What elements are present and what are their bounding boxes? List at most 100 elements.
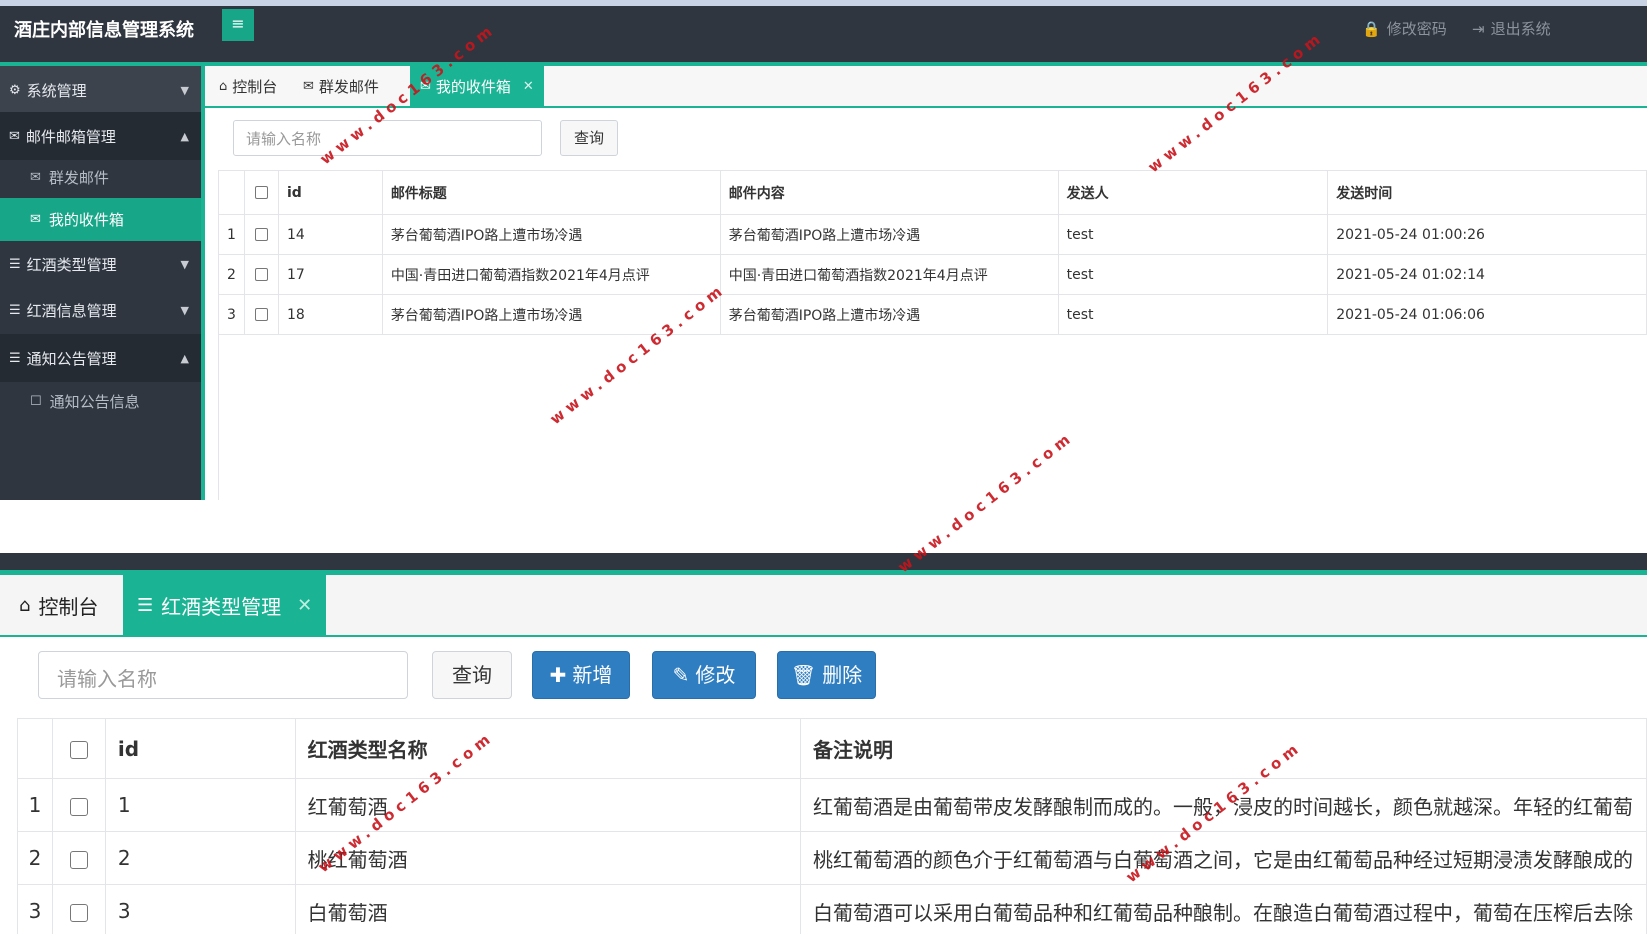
search-input[interactable]: 请输入名称 <box>233 120 542 156</box>
cell-sender: test <box>1057 294 1329 335</box>
table-row[interactable]: 1 14 茅台葡萄酒IPO路上遭市场冷遇 茅台葡萄酒IPO路上遭市场冷遇 tes… <box>218 214 1647 255</box>
square-icon: ☐ <box>30 394 42 409</box>
edit-icon: ✎ <box>672 663 690 687</box>
caret-up-icon: ▲ <box>180 129 189 143</box>
sidebar-item-system[interactable]: ⚙ 系统管理 ▼ <box>0 66 201 114</box>
tab-console[interactable]: ⌂ 控制台 <box>5 575 112 635</box>
select-all-checkbox[interactable] <box>243 170 279 215</box>
table-row[interactable]: 2 17 中国·青田进口葡萄酒指数2021年4月点评 中国·青田进口葡萄酒指数2… <box>218 254 1647 295</box>
cell-sender: test <box>1057 214 1329 255</box>
cell-content: 茅台葡萄酒IPO路上遭市场冷遇 <box>719 214 1059 255</box>
cell-name: 白葡萄酒 <box>294 884 801 934</box>
close-icon[interactable]: ✕ <box>297 595 312 616</box>
cell-content: 中国·青田进口葡萄酒指数2021年4月点评 <box>719 254 1059 295</box>
tab-bar-bottom: ⌂ 控制台 ☰ 红酒类型管理 ✕ <box>0 575 1647 637</box>
envelope-icon: ✉ <box>9 128 20 144</box>
tab-console[interactable]: ⌂ 控制台 <box>209 66 287 106</box>
search-input[interactable]: 请输入名称 <box>38 651 408 699</box>
select-all-checkbox[interactable] <box>51 718 106 779</box>
cell-time: 2021-05-24 01:00:26 <box>1327 214 1647 255</box>
column-header-title: 邮件标题 <box>381 170 721 215</box>
menu-toggle-button[interactable]: ≡ <box>222 9 254 41</box>
table-row[interactable]: 2 2 桃红葡萄酒 桃红葡萄酒的颜色介于红葡萄酒与白葡萄酒之间，它是由红葡萄品种… <box>17 831 1647 885</box>
row-checkbox[interactable] <box>243 294 279 335</box>
cell-content: 茅台葡萄酒IPO路上遭市场冷遇 <box>719 294 1059 335</box>
row-checkbox[interactable] <box>243 254 279 295</box>
row-checkbox[interactable] <box>51 884 106 934</box>
list-icon: ☰ <box>9 302 21 318</box>
row-number-header <box>218 170 245 215</box>
sidebar-item-wine-type[interactable]: ☰ 红酒类型管理 ▼ <box>0 240 201 288</box>
sidebar-sub-notice-info[interactable]: ☐ 通知公告信息 <box>0 380 201 423</box>
list-icon: ☰ <box>137 594 154 616</box>
table-row[interactable]: 1 1 红葡萄酒 红葡萄酒是由葡萄带皮发酵酿制而成的。一般，浸皮的时间越长，颜色… <box>17 778 1647 832</box>
sidebar-sub-mass-mail[interactable]: ✉ 群发邮件 <box>0 156 201 199</box>
row-checkbox[interactable] <box>51 831 106 885</box>
caret-down-icon: ▼ <box>180 83 189 97</box>
column-header-id: id <box>277 170 383 215</box>
add-button[interactable]: ✚ 新增 <box>532 651 630 699</box>
column-header-sender: 发送人 <box>1057 170 1329 215</box>
cell-time: 2021-05-24 01:06:06 <box>1327 294 1647 335</box>
trash-icon: 🗑 <box>790 663 817 687</box>
home-icon: ⌂ <box>19 594 31 616</box>
row-number: 1 <box>218 214 245 255</box>
search-button[interactable]: 查询 <box>432 651 512 699</box>
logout-link[interactable]: ⇥ 退出系统 <box>1472 18 1551 39</box>
row-number: 3 <box>17 884 53 934</box>
sidebar-item-mail[interactable]: ✉ 邮件邮箱管理 ▲ <box>0 112 201 160</box>
sidebar-item-wine-info[interactable]: ☰ 红酒信息管理 ▼ <box>0 286 201 334</box>
column-header-content: 邮件内容 <box>719 170 1059 215</box>
cell-time: 2021-05-24 01:02:14 <box>1327 254 1647 295</box>
change-password-link[interactable]: 🔒 修改密码 <box>1362 18 1447 39</box>
plus-icon: ✚ <box>549 663 567 687</box>
edit-button[interactable]: ✎ 修改 <box>652 651 756 699</box>
envelope-icon: ✉ <box>30 170 41 185</box>
sidebar-item-notice[interactable]: ☰ 通知公告管理 ▲ <box>0 334 201 382</box>
gear-icon: ⚙ <box>9 82 21 98</box>
cell-id: 17 <box>277 254 383 295</box>
table-header-row: id 红酒类型名称 备注说明 <box>17 718 1647 779</box>
row-number-header <box>17 718 53 779</box>
row-number: 2 <box>218 254 245 295</box>
sidebar: ⚙ 系统管理 ▼ ✉ 邮件邮箱管理 ▲ ✉ 群发邮件 ✉ 我的收件箱 ☰ 红酒类型管理 ▼… <box>0 66 205 500</box>
row-number: 1 <box>17 778 53 832</box>
cell-id: 3 <box>104 884 296 934</box>
envelope-icon: ✉ <box>303 78 314 94</box>
hamburger-icon: ≡ <box>231 14 245 33</box>
cell-id: 2 <box>104 831 296 885</box>
cell-title: 中国·青田进口葡萄酒指数2021年4月点评 <box>381 254 721 295</box>
caret-up-icon: ▲ <box>180 351 189 365</box>
list-icon: ☰ <box>9 350 21 366</box>
lock-icon: 🔒 <box>1362 20 1381 38</box>
list-icon: ☰ <box>9 256 21 272</box>
cell-note: 桃红葡萄酒的颜色介于红葡萄酒与白葡萄酒之间，它是由红葡萄品种经过短期浸渍发酵酿成… <box>799 831 1647 885</box>
cell-title: 茅台葡萄酒IPO路上遭市场冷遇 <box>381 214 721 255</box>
home-icon: ⌂ <box>219 78 228 94</box>
table-row[interactable]: 3 18 茅台葡萄酒IPO路上遭市场冷遇 茅台葡萄酒IPO路上遭市场冷遇 tes… <box>218 294 1647 335</box>
row-number: 3 <box>218 294 245 335</box>
column-header-note: 备注说明 <box>799 718 1647 779</box>
cell-id: 1 <box>104 778 296 832</box>
search-button[interactable]: 查询 <box>560 120 618 156</box>
tab-mass-mail[interactable]: ✉ 群发邮件 <box>293 66 389 106</box>
inbox-screenshot: 酒庄内部信息管理系统 ≡ 🔒 修改密码 ⇥ 退出系统 ⚙ 系统管理 ▼ ✉ 邮件邮箱管理… <box>0 0 1647 500</box>
cell-id: 14 <box>277 214 383 255</box>
delete-button[interactable]: 🗑 删除 <box>777 651 876 699</box>
close-icon[interactable]: ✕ <box>523 79 534 94</box>
tab-wine-type[interactable]: ☰ 红酒类型管理 ✕ <box>123 575 327 635</box>
app-header: 酒庄内部信息管理系统 ≡ 🔒 修改密码 ⇥ 退出系统 <box>0 6 1647 62</box>
table-header-row: id 邮件标题 邮件内容 发送人 发送时间 <box>218 170 1647 215</box>
sidebar-sub-inbox[interactable]: ✉ 我的收件箱 <box>0 198 201 241</box>
wine-type-table: id 红酒类型名称 备注说明 1 1 红葡萄酒 红葡萄酒是由葡萄带皮发酵酿制而成… <box>17 718 1647 934</box>
caret-down-icon: ▼ <box>180 257 189 271</box>
inbox-table: id 邮件标题 邮件内容 发送人 发送时间 1 14 茅台葡萄酒IPO路上遭市场… <box>218 170 1647 335</box>
row-number: 2 <box>17 831 53 885</box>
cell-sender: test <box>1057 254 1329 295</box>
app-title: 酒庄内部信息管理系统 <box>14 20 194 41</box>
row-checkbox[interactable] <box>243 214 279 255</box>
cell-note: 白葡萄酒可以采用白葡萄品种和红葡萄品种酿制。在酿造白葡萄酒过程中，葡萄在压榨后去… <box>799 884 1647 934</box>
row-checkbox[interactable] <box>51 778 106 832</box>
sign-out-icon: ⇥ <box>1472 20 1485 38</box>
table-row[interactable]: 3 3 白葡萄酒 白葡萄酒可以采用白葡萄品种和红葡萄品种酿制。在酿造白葡萄酒过程… <box>17 884 1647 934</box>
